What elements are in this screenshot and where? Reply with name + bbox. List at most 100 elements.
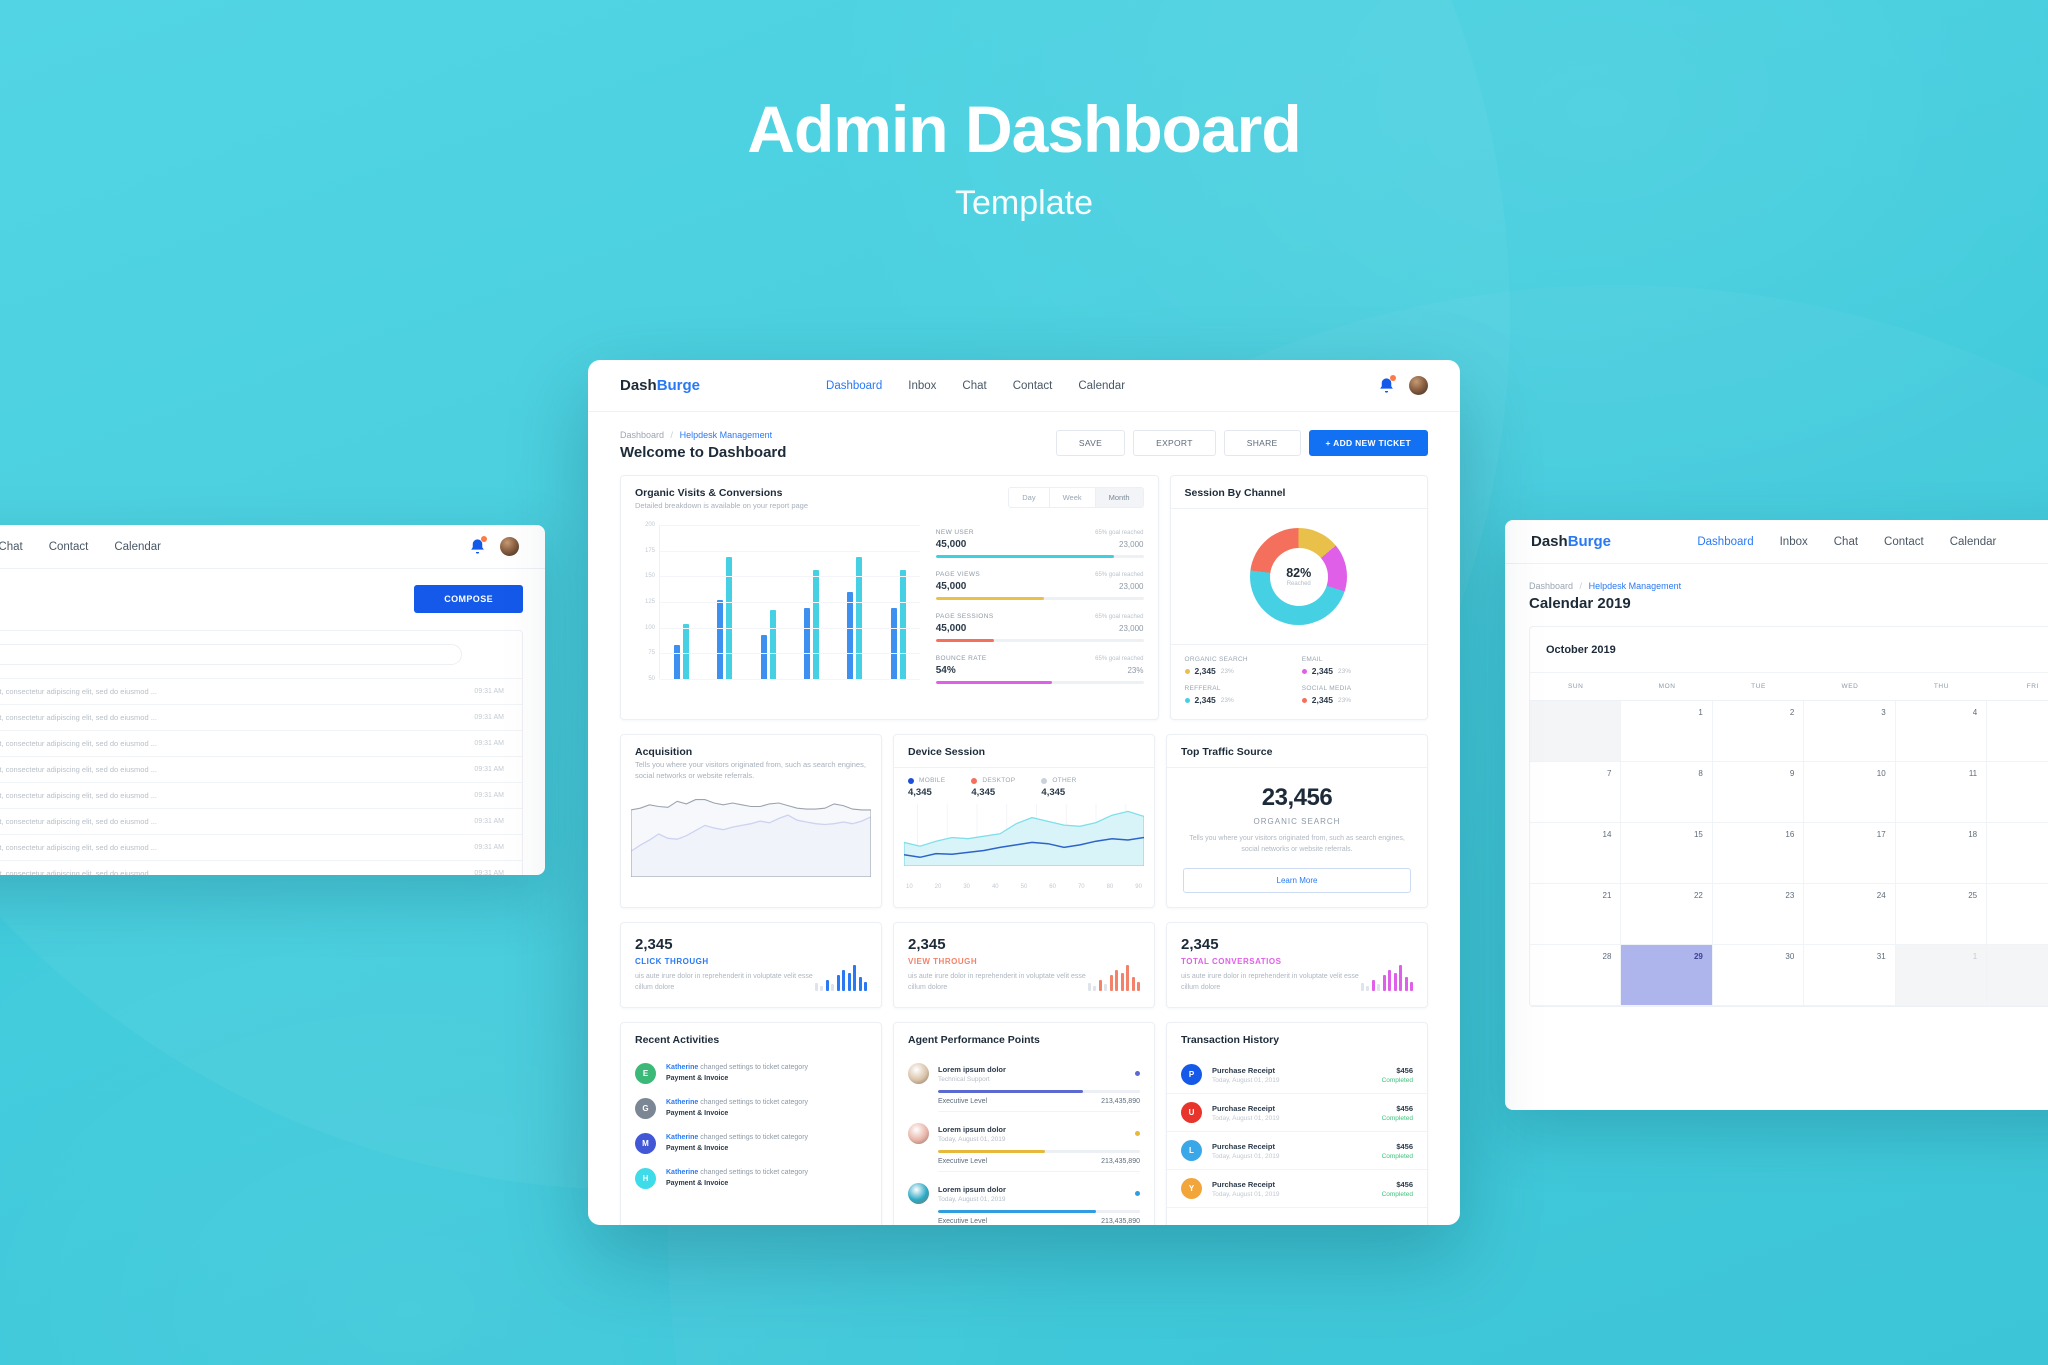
- mail-row[interactable]: Lorem ipsum dolor sit amet, consectetur …: [0, 808, 522, 834]
- legend-item: SOCIAL MEDIA 2,345 23%: [1301, 685, 1413, 705]
- calendar-day-cell[interactable]: 26: [1987, 884, 2048, 945]
- activity-user[interactable]: Katherine: [666, 1134, 698, 1141]
- period-week[interactable]: Week: [1050, 488, 1096, 507]
- calendar-day-cell[interactable]: 15: [1621, 823, 1713, 884]
- calendar-day-cell[interactable]: 31: [1804, 945, 1896, 1006]
- calendar-day-cell[interactable]: 11: [1895, 762, 1988, 823]
- nav-item-chat[interactable]: Chat: [962, 380, 986, 392]
- compose-button[interactable]: COMPOSE: [414, 585, 523, 613]
- mail-row[interactable]: Lorem ipsum dolor sit amet, consectetur …: [0, 860, 522, 875]
- calendar-day-cell[interactable]: 18: [1895, 823, 1988, 884]
- calendar-day-cell[interactable]: 7: [1530, 762, 1622, 823]
- nav-item-contact[interactable]: Contact: [49, 541, 89, 553]
- calendar-day-cell[interactable]: 21: [1530, 884, 1622, 945]
- transaction-title: Purchase Receipt: [1212, 1141, 1275, 1151]
- dashboard-nav-links[interactable]: Dashboard Inbox Chat Contact Calendar: [826, 380, 1125, 392]
- search-box[interactable]: [0, 644, 463, 665]
- metric-value: 54%: [935, 664, 956, 676]
- nav-item-contact[interactable]: Contact: [1013, 380, 1053, 392]
- calendar-day-cell[interactable]: 25: [1895, 884, 1988, 945]
- metric-goal: 65% goal reached: [1095, 613, 1144, 620]
- calendar-day-cell[interactable]: 16: [1712, 823, 1805, 884]
- calendar-day-cell[interactable]: 28: [1530, 945, 1622, 1006]
- calendar-day-cell[interactable]: 29: [1621, 945, 1713, 1006]
- recent-activities-card: Recent Activities E Katherine changed set…: [620, 1022, 882, 1225]
- calendar-day-cell[interactable]: 17: [1804, 823, 1896, 884]
- calendar-day-cell[interactable]: 3: [1804, 701, 1896, 762]
- mail-row[interactable]: Lorem ipsum dolor sit amet, consectetur …: [0, 782, 522, 808]
- calendar-day-cell[interactable]: 10: [1804, 762, 1896, 823]
- calendar-day-cell[interactable]: 14: [1530, 823, 1622, 884]
- calendar-day-cell[interactable]: 19: [1987, 823, 2048, 884]
- inbox-nav-links[interactable]: DashboardInboxChatContactCalendar: [0, 541, 161, 553]
- nav-item-dashboard[interactable]: Dashboard: [1697, 536, 1753, 548]
- calendar-day-cell[interactable]: 5: [1987, 701, 2048, 762]
- calendar-window: DashBurge Dashboard Inbox Chat Contact Calen…: [1505, 520, 2048, 1110]
- user-avatar[interactable]: [499, 537, 519, 556]
- breadcrumb-current[interactable]: Helpdesk Management: [1589, 581, 1682, 591]
- calendar-day-cell[interactable]: 2: [1987, 945, 2048, 1006]
- calendar-day-cell[interactable]: 30: [1712, 945, 1805, 1006]
- nav-item-inbox[interactable]: Inbox: [1780, 536, 1808, 548]
- gridline: [660, 627, 920, 629]
- calendar-day-cell[interactable]: 2: [1712, 701, 1805, 762]
- legend-label: SOCIAL MEDIA: [1301, 685, 1352, 692]
- calendar-day-cell[interactable]: 1: [1621, 701, 1713, 762]
- nav-item-dashboard[interactable]: Dashboard: [826, 380, 882, 392]
- notifications-icon[interactable]: [468, 536, 487, 556]
- calendar-day-cell[interactable]: 9: [1712, 762, 1805, 823]
- calendar-day-cell[interactable]: [1530, 701, 1622, 762]
- kpi-value: 2,345: [1181, 935, 1219, 953]
- export-button[interactable]: EXPORT: [1133, 430, 1216, 456]
- transaction-date: Today, August 01, 2019: [1212, 1076, 1280, 1084]
- notifications-icon-main[interactable]: [1377, 375, 1396, 395]
- calendar-day-cell[interactable]: 4: [1895, 701, 1988, 762]
- metric-progress-track: [935, 680, 1144, 684]
- mail-row[interactable]: Lorem ipsum dolor sit amet, consectetur …: [0, 678, 522, 704]
- metric-goal: 65% goal reached: [1095, 571, 1144, 578]
- transaction-status: Completed: [1381, 1152, 1413, 1160]
- period-month[interactable]: Month: [1095, 488, 1143, 507]
- calendar-day-cell[interactable]: 12: [1987, 762, 2048, 823]
- calendar-navbar: DashBurge Dashboard Inbox Chat Contact Calen…: [1505, 520, 2048, 564]
- nav-item-calendar[interactable]: Calendar: [1950, 536, 1997, 548]
- calendar-day-cell[interactable]: 22: [1621, 884, 1713, 945]
- add-new-ticket-button[interactable]: + ADD NEW TICKET: [1308, 430, 1428, 456]
- nav-item-calendar[interactable]: Calendar: [1078, 380, 1125, 392]
- nav-item-inbox[interactable]: Inbox: [908, 380, 936, 392]
- activity-user[interactable]: Katherine: [666, 1064, 698, 1071]
- brand-logo[interactable]: DashBurge: [1531, 533, 1611, 550]
- breadcrumb-root[interactable]: Dashboard: [1529, 581, 1573, 591]
- kpi-sparkline: [1360, 965, 1413, 993]
- breadcrumb-current-main[interactable]: Helpdesk Management: [680, 430, 773, 440]
- metric-row: BOUNCE RATE 65% goal reached 54% 23%: [935, 655, 1144, 684]
- search-input[interactable]: [0, 650, 450, 659]
- organic-period-toggle[interactable]: Day Week Month: [1008, 487, 1144, 508]
- learn-more-button[interactable]: Learn More: [1183, 867, 1411, 893]
- breadcrumb-separator: /: [1579, 581, 1583, 591]
- agent-name: Lorem ipsum dolor: [938, 1124, 1006, 1134]
- calendar-nav-links[interactable]: Dashboard Inbox Chat Contact Calendar: [1697, 536, 1996, 548]
- period-day[interactable]: Day: [1009, 488, 1050, 507]
- calendar-day-cell[interactable]: 23: [1712, 884, 1805, 945]
- breadcrumb-root-main[interactable]: Dashboard: [620, 430, 664, 440]
- user-avatar-main[interactable]: [1409, 376, 1428, 395]
- brand-logo-main[interactable]: DashBurge: [620, 377, 700, 394]
- calendar-day-cell[interactable]: 1: [1895, 945, 1988, 1006]
- mail-row[interactable]: Lorem ipsum dolor sit amet, consectetur …: [0, 730, 522, 756]
- nav-item-chat[interactable]: Chat: [0, 541, 23, 553]
- donut-chart: 82% Reached: [1250, 528, 1348, 625]
- nav-item-calendar[interactable]: Calendar: [114, 541, 161, 553]
- nav-item-contact[interactable]: Contact: [1884, 536, 1924, 548]
- mail-row[interactable]: Lorem ipsum dolor sit amet, consectetur …: [0, 756, 522, 782]
- calendar-day-cell[interactable]: 24: [1804, 884, 1896, 945]
- mail-row[interactable]: Lorem ipsum dolor sit amet, consectetur …: [0, 704, 522, 730]
- activity-user[interactable]: Katherine: [666, 1099, 698, 1106]
- device-session-card: Device Session MOBILE 4,345 DESKTOP 4,345 OT…: [893, 734, 1155, 908]
- calendar-day-cell[interactable]: 8: [1621, 762, 1713, 823]
- mail-row[interactable]: Lorem ipsum dolor sit amet, consectetur …: [0, 834, 522, 860]
- nav-item-chat[interactable]: Chat: [1834, 536, 1858, 548]
- activity-user[interactable]: Katherine: [666, 1169, 698, 1176]
- save-button[interactable]: SAVE: [1055, 430, 1126, 456]
- share-button[interactable]: SHARE: [1223, 430, 1301, 456]
